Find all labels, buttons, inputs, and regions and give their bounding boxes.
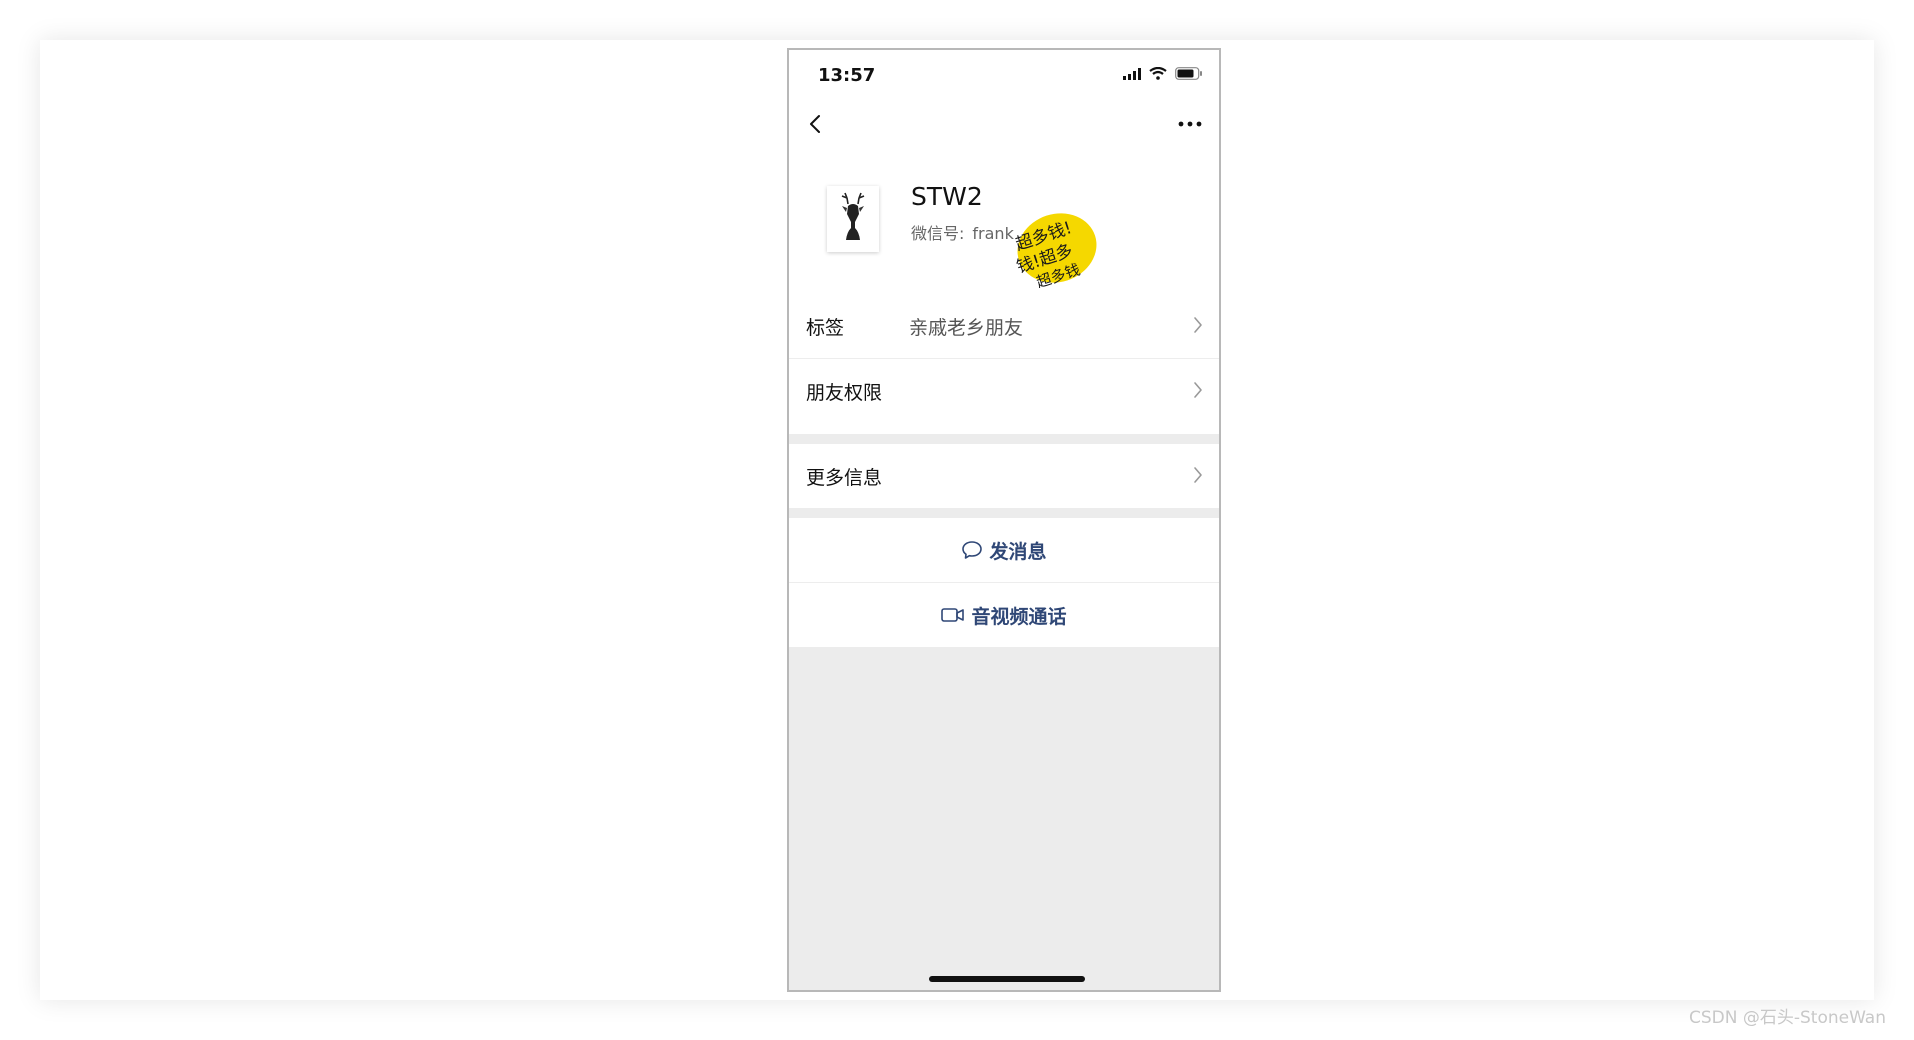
friend-permissions-label: 朋友权限: [806, 381, 883, 404]
wifi-icon: [1149, 67, 1167, 80]
status-bar: 13:57: [789, 50, 1219, 98]
phone-screen: 13:57 STW2 微信号: frank 超多钱! 钱!超多 超多钱 标签 亲…: [787, 48, 1221, 992]
tags-label: 标签: [806, 316, 845, 339]
avatar[interactable]: [827, 186, 879, 252]
status-icons: [1123, 67, 1203, 80]
back-chevron-icon: [810, 115, 820, 133]
nav-bar: [789, 98, 1219, 150]
back-button[interactable]: [803, 110, 827, 138]
screenshot-frame: 13:57 STW2 微信号: frank 超多钱! 钱!超多 超多钱 标签 亲…: [40, 40, 1874, 1000]
video-call-button[interactable]: 音视频通话: [789, 583, 1219, 647]
more-info-label: 更多信息: [806, 466, 883, 489]
video-camera-icon: [941, 608, 965, 622]
wechat-id-label: 微信号:: [911, 224, 965, 243]
redaction-sticker-graphic: 超多钱! 钱!超多 超多钱: [1013, 213, 1097, 292]
tags-value: 亲戚老乡朋友: [909, 316, 1024, 339]
signal-icon: [1123, 67, 1141, 80]
chevron-right-icon: [1194, 382, 1202, 398]
redaction-sticker: 超多钱! 钱!超多 超多钱: [1011, 208, 1103, 292]
more-info-row[interactable]: 更多信息: [789, 444, 1219, 508]
send-message-button[interactable]: 发消息: [789, 518, 1219, 582]
chat-bubble-icon: [962, 541, 983, 559]
deer-head-icon: [841, 192, 865, 240]
more-dots-icon: [1178, 121, 1202, 127]
chevron-right-icon: [1194, 317, 1202, 333]
contact-name: STW2: [911, 182, 983, 211]
wechat-id: 微信号: frank: [911, 220, 1014, 244]
battery-icon: [1175, 67, 1202, 80]
status-time: 13:57: [818, 65, 876, 86]
more-options-button[interactable]: [1175, 110, 1205, 138]
home-indicator[interactable]: [929, 976, 1085, 982]
chevron-right-icon: [1194, 467, 1202, 483]
friend-permissions-row[interactable]: 朋友权限: [789, 359, 1219, 423]
watermark: CSDN @石头-StoneWan: [1688, 1008, 1886, 1028]
profile-header: STW2 微信号: frank 超多钱! 钱!超多 超多钱: [789, 170, 1219, 292]
tags-row[interactable]: 标签 亲戚老乡朋友: [789, 294, 1219, 358]
video-call-label: 音视频通话: [971, 605, 1067, 628]
send-message-label: 发消息: [989, 540, 1047, 563]
wechat-id-value: frank: [972, 224, 1014, 243]
